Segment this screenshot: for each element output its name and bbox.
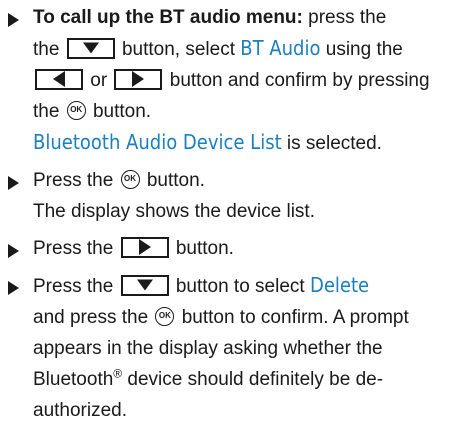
bullet-arrow-icon — [8, 281, 19, 295]
display-text-bt-audio: BT Audio — [240, 36, 321, 60]
display-text-device-list: Bluetooth Audio Device List — [33, 130, 282, 154]
ok-button-icon: OK — [120, 169, 140, 189]
step-2: Press the OK button. The display shows t… — [8, 165, 460, 227]
step-text: The display shows the device list. — [33, 201, 315, 222]
step-text: button. — [146, 170, 205, 191]
ok-button-icon: OK — [66, 100, 86, 120]
bullet-arrow-icon — [8, 13, 19, 27]
step-text: is selected. — [286, 133, 382, 154]
step-text: Press the — [33, 276, 114, 297]
registered-mark: ® — [113, 366, 123, 381]
step-4: Press the button to select Delete and pr… — [8, 270, 460, 426]
step-text: press the — [308, 7, 387, 28]
step-text: button to select — [175, 276, 305, 297]
step-text: using the — [325, 39, 403, 60]
bullet-arrow-icon — [8, 176, 19, 190]
instruction-steps: To call up the BT audio menu: press the … — [8, 2, 460, 432]
step-text: Press the — [33, 238, 114, 259]
display-text-delete: Delete — [309, 273, 370, 297]
step-text: button to confirm. — [181, 307, 329, 328]
step-text: button. — [92, 101, 152, 122]
right-arrow-button-icon — [114, 68, 163, 90]
step-text: button, select — [121, 39, 236, 60]
step-3: Press the button. — [8, 233, 460, 264]
down-arrow-button-icon — [66, 37, 115, 59]
bullet-arrow-icon — [8, 244, 19, 258]
step-text: and press the — [33, 307, 149, 328]
step-text: or — [90, 70, 108, 91]
ok-button-icon: OK — [155, 306, 175, 326]
left-arrow-button-icon — [35, 68, 83, 90]
right-arrow-button-icon — [120, 236, 169, 258]
down-arrow-button-icon — [120, 274, 169, 296]
step-text: Press the — [33, 170, 114, 191]
step-1: To call up the BT audio menu: press the … — [8, 2, 460, 159]
step-text: button. — [175, 238, 234, 259]
step-lead: To call up the BT audio menu: — [33, 7, 303, 28]
